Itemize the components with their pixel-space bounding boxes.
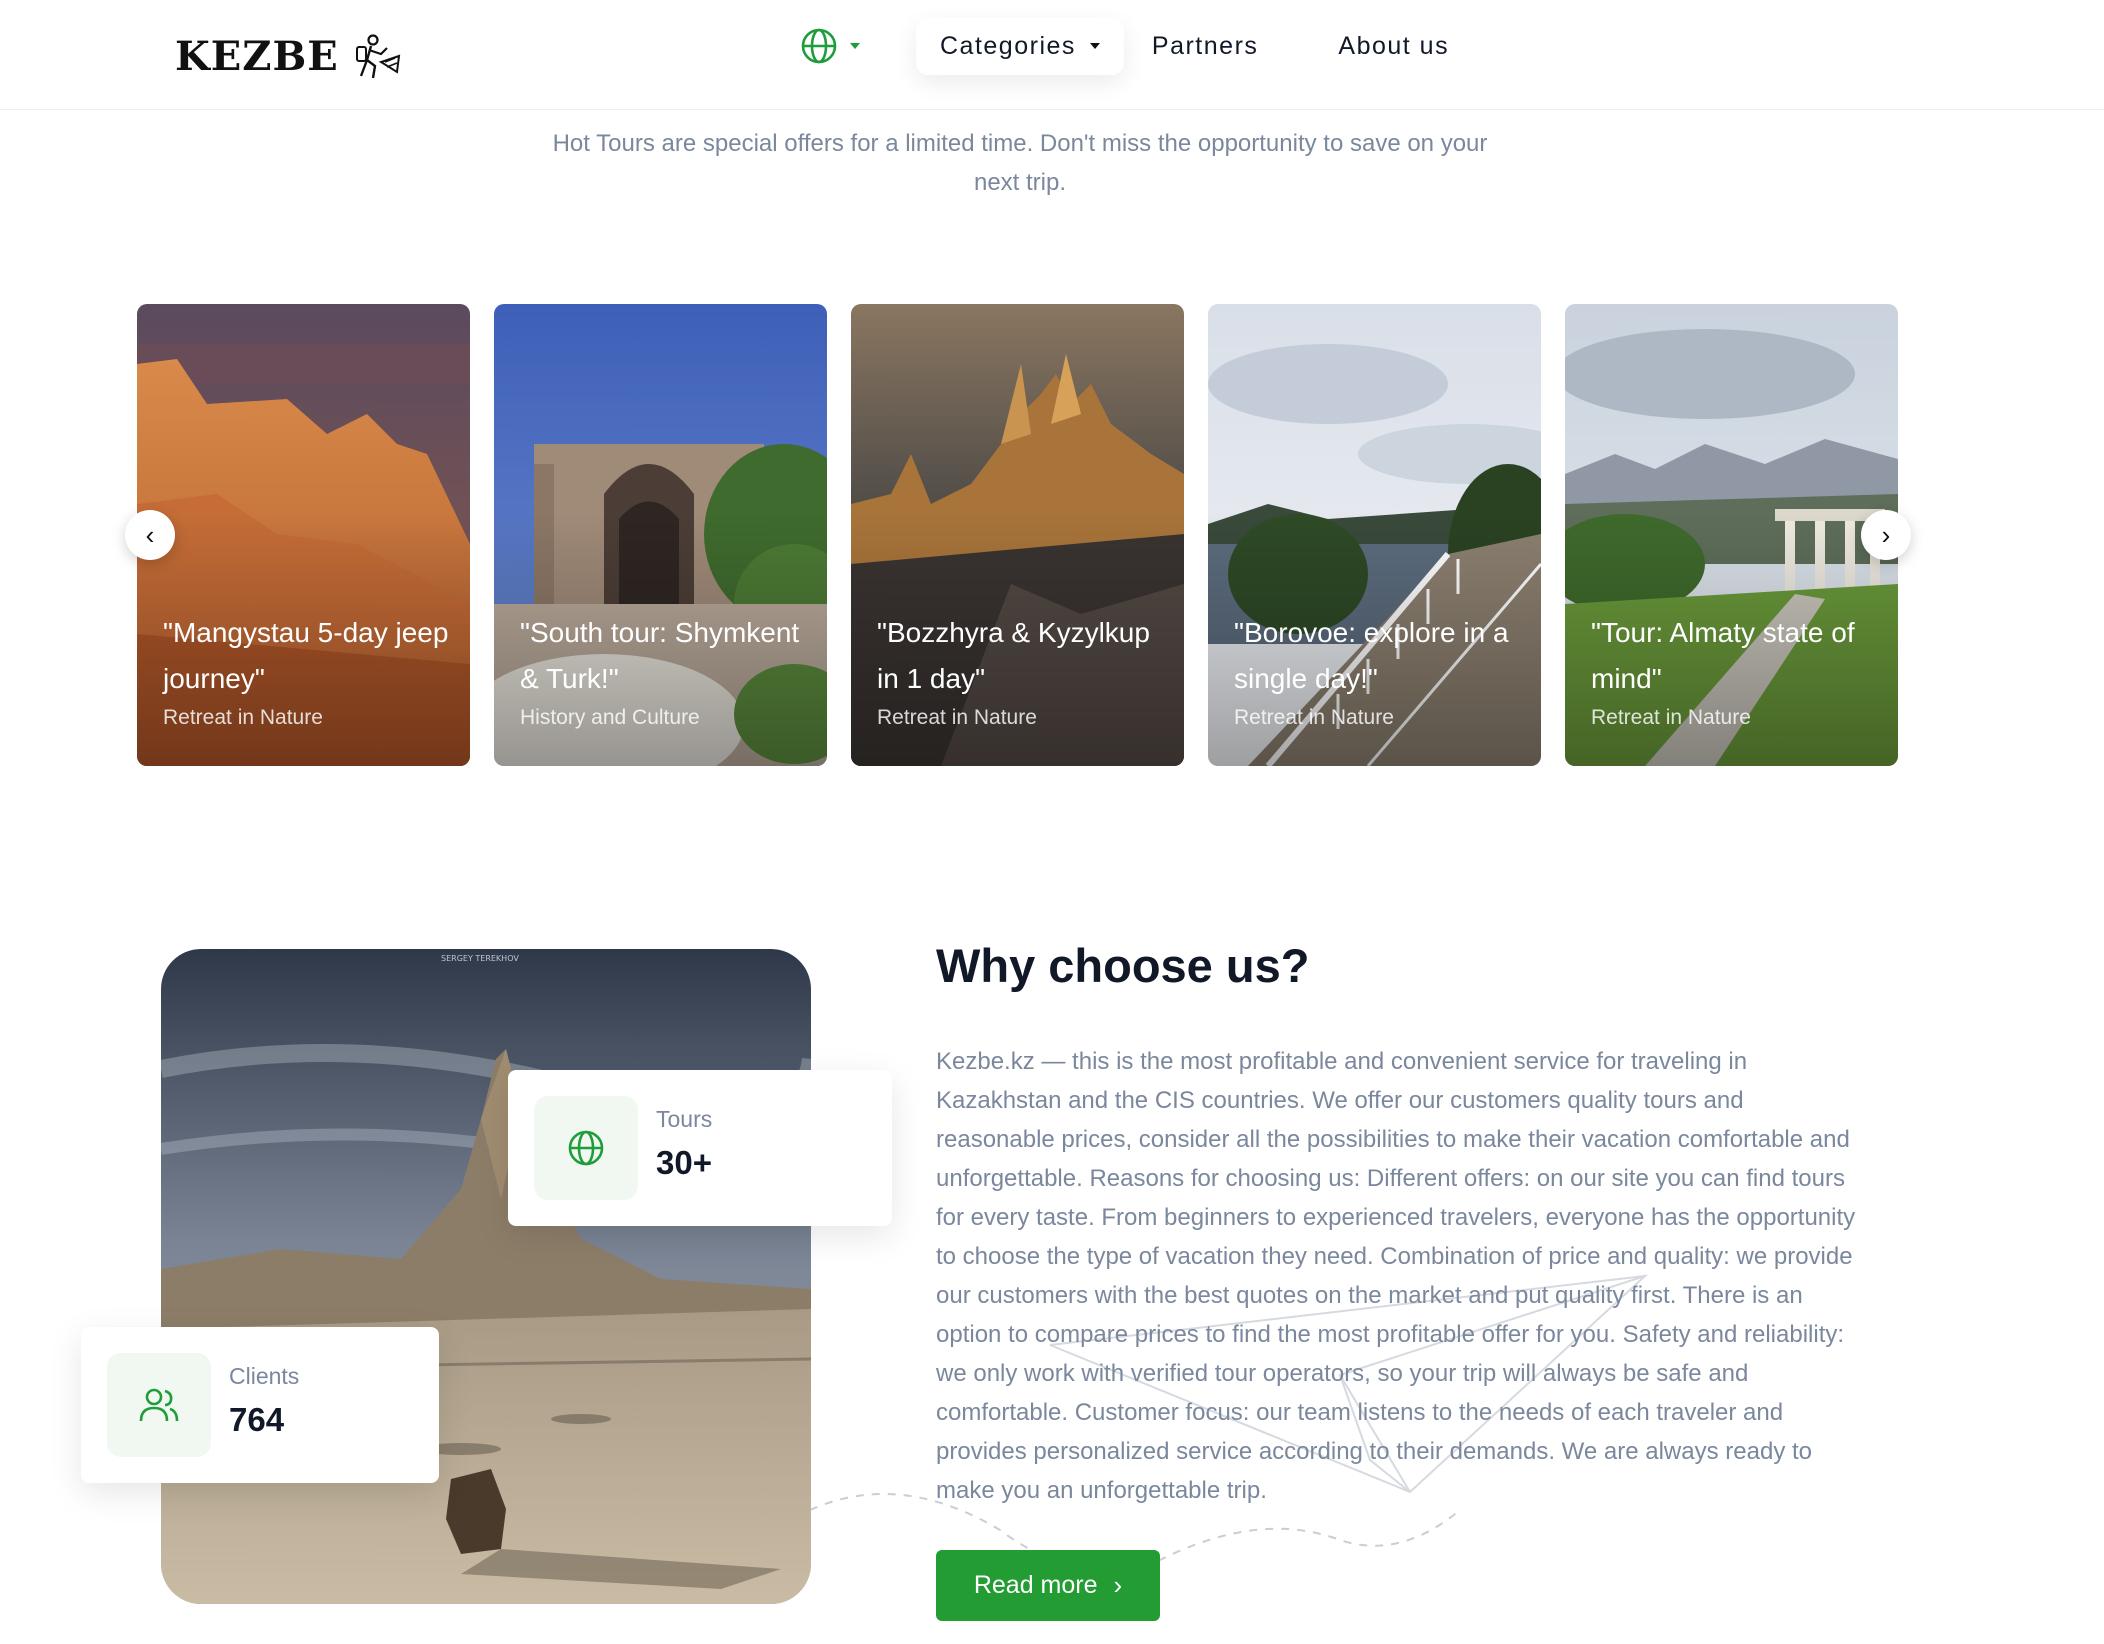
tour-title: "Tour: Almaty state of mind": [1591, 617, 1855, 694]
tour-category: History and Culture: [520, 706, 700, 729]
hot-tours-description: Hot Tours are special offers for a limit…: [552, 130, 1488, 196]
read-more-label: Read more: [973, 1571, 1098, 1599]
language-switcher[interactable]: [800, 27, 860, 65]
stat-value: 764: [229, 1401, 285, 1438]
stat-card-clients: Clients 764: [81, 1327, 439, 1483]
chevron-right-icon: ›: [1881, 520, 1891, 550]
users-icon: [139, 1388, 179, 1422]
tour-category: Retreat in Nature: [1234, 706, 1394, 729]
nav-categories-label: Categories: [940, 31, 1076, 60]
stat-card-tours: Tours 30+: [508, 1070, 892, 1226]
section-description: Kezbe.kz — this is the most profitable a…: [936, 1048, 1856, 1504]
page: KEZBE Categories Partners About us Hot T…: [0, 0, 2104, 1644]
photo-credit: SERGEY TEREKHOV: [441, 954, 519, 963]
stat-label: Tours: [656, 1106, 713, 1132]
chevron-down-icon: [850, 43, 860, 49]
tour-title: "South tour: Shymkent & Turk!": [520, 617, 800, 694]
tour-category: Retreat in Nature: [877, 706, 1037, 729]
chevron-right-icon: ›: [1113, 1570, 1123, 1600]
nav-partners[interactable]: Partners: [1152, 32, 1258, 61]
nav-categories[interactable]: Categories: [916, 18, 1124, 75]
hot-tours-carousel: "Mangystau 5-day jeep journey" Retreat i…: [125, 304, 1912, 766]
tour-card[interactable]: "Borovoe: explore in a single day!" Retr…: [1208, 304, 1541, 766]
stat-value: 30+: [656, 1144, 712, 1181]
chevron-left-icon: ‹: [145, 520, 155, 550]
tour-category: Retreat in Nature: [163, 706, 323, 729]
nav-about[interactable]: About us: [1338, 32, 1449, 61]
chevron-down-icon: [1089, 43, 1100, 49]
tour-category: Retreat in Nature: [1591, 706, 1751, 729]
tour-card[interactable]: "Bozzhyra & Kyzylkup in 1 day" Retreat i…: [851, 304, 1184, 766]
section-title: Why choose us?: [936, 939, 1310, 992]
carousel-prev-button[interactable]: ‹: [125, 510, 175, 560]
tour-card[interactable]: "Mangystau 5-day jeep journey" Retreat i…: [137, 304, 470, 766]
tour-title: "Mangystau 5-day jeep journey": [163, 617, 449, 694]
carousel-next-button[interactable]: ›: [1861, 510, 1911, 560]
why-choose-us-photo: SERGEY TEREKHOV: [161, 949, 811, 1604]
tour-title: "Borovoe: explore in a single day!": [1234, 617, 1509, 694]
logo-text: KEZBE: [175, 32, 339, 80]
tour-card[interactable]: "South tour: Shymkent & Turk!" History a…: [494, 304, 827, 766]
globe-icon: [801, 28, 837, 64]
main-nav: Categories Partners About us: [800, 18, 1449, 74]
globe-icon: [568, 1130, 604, 1166]
hiker-logo-icon: [355, 34, 400, 79]
tour-card[interactable]: "Tour: Almaty state of mind" Retreat in …: [1565, 304, 1898, 766]
site-header: KEZBE Categories Partners About us: [0, 0, 2104, 110]
tour-title: "Bozzhyra & Kyzylkup in 1 day": [877, 617, 1150, 694]
logo[interactable]: KEZBE: [175, 28, 403, 84]
read-more-button[interactable]: Read more ›: [936, 1550, 1160, 1621]
stat-label: Clients: [229, 1363, 300, 1389]
